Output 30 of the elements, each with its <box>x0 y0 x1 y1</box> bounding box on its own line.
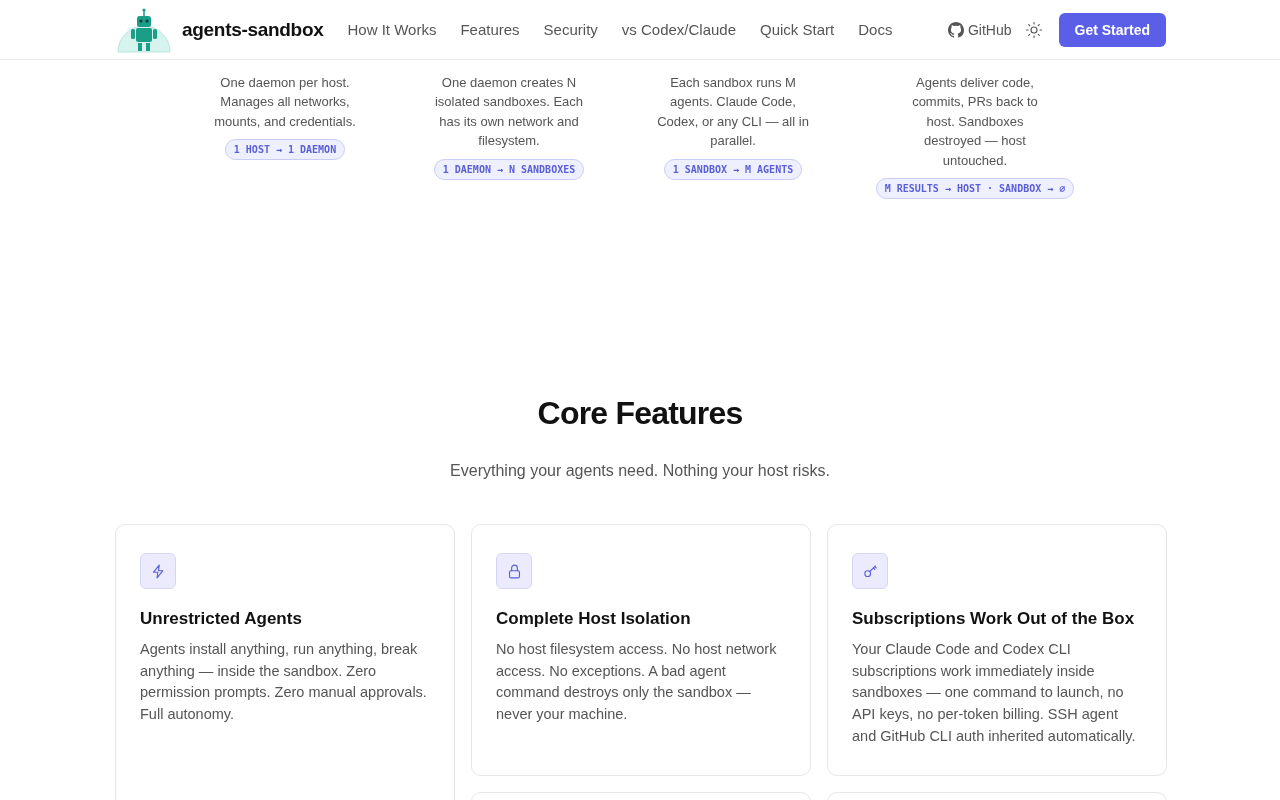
bolt-icon <box>140 553 176 590</box>
card-description: Your Claude Code and Codex CLI subscriptions work immediately inside sandboxes — one command to launch, no API keys, no per-token billing. SSH agent and GitHub CLI auth inherited automatically. <box>852 640 1137 746</box>
github-icon <box>947 21 964 38</box>
lock-icon <box>496 553 532 590</box>
github-link[interactable]: GitHub <box>947 21 1012 38</box>
step-tag: 1 DAEMON → N SANDBOXES <box>433 158 585 180</box>
theme-toggle-icon[interactable] <box>1024 20 1043 39</box>
nav-link[interactable]: How It Works <box>347 21 437 38</box>
get-started-button[interactable]: Get Started <box>1058 12 1166 47</box>
key-icon <box>852 553 888 590</box>
step-tag: 1 SANDBOX → M AGENTS <box>663 158 803 180</box>
card-title: Unrestricted Agents <box>140 609 303 630</box>
section-title: Core Features <box>536 395 744 433</box>
step-tag: 1 HOST → 1 DAEMON <box>224 139 346 161</box>
step-description: One daemon creates N isolated sandboxes. Each has its own network and filesystem. <box>433 74 585 151</box>
card-title: Complete Host Isolation <box>496 609 692 630</box>
brand-name[interactable]: agents-sandbox <box>182 18 324 41</box>
nav-link[interactable]: Docs <box>858 21 893 38</box>
step-description: Each sandbox runs M agents. Claude Code, Codex, or any CLI — all in parallel. <box>657 74 809 151</box>
nav-link[interactable]: Features <box>460 21 520 38</box>
section-subtitle: Everything your agents need. Nothing your host risks. <box>449 462 831 481</box>
nav-link[interactable]: Quick Start <box>760 21 835 38</box>
card-title: Subscriptions Work Out of the Box <box>852 609 1136 630</box>
step-description: Agents deliver code, commits, PRs back to host. Sandboxes destroyed — host untouched. <box>911 74 1039 170</box>
nav-link[interactable]: Security <box>543 21 598 38</box>
nav-link[interactable]: vs Codex/Claude <box>621 21 737 38</box>
step-tag: M RESULTS → HOST · SANDBOX → ∅ <box>875 178 1075 200</box>
card-description: Agents install anything, run anything, break anything — inside the sandbox. Zero permission prompts. Zero manual approvals. Full autonomy. <box>140 640 428 725</box>
step-description: One daemon per host. Manages all networks, mounts, and credentials. <box>213 74 357 131</box>
card-description: No host filesystem access. No host network access. No exceptions. A bad agent command destroys only the sandbox — never your machine. <box>496 640 778 725</box>
